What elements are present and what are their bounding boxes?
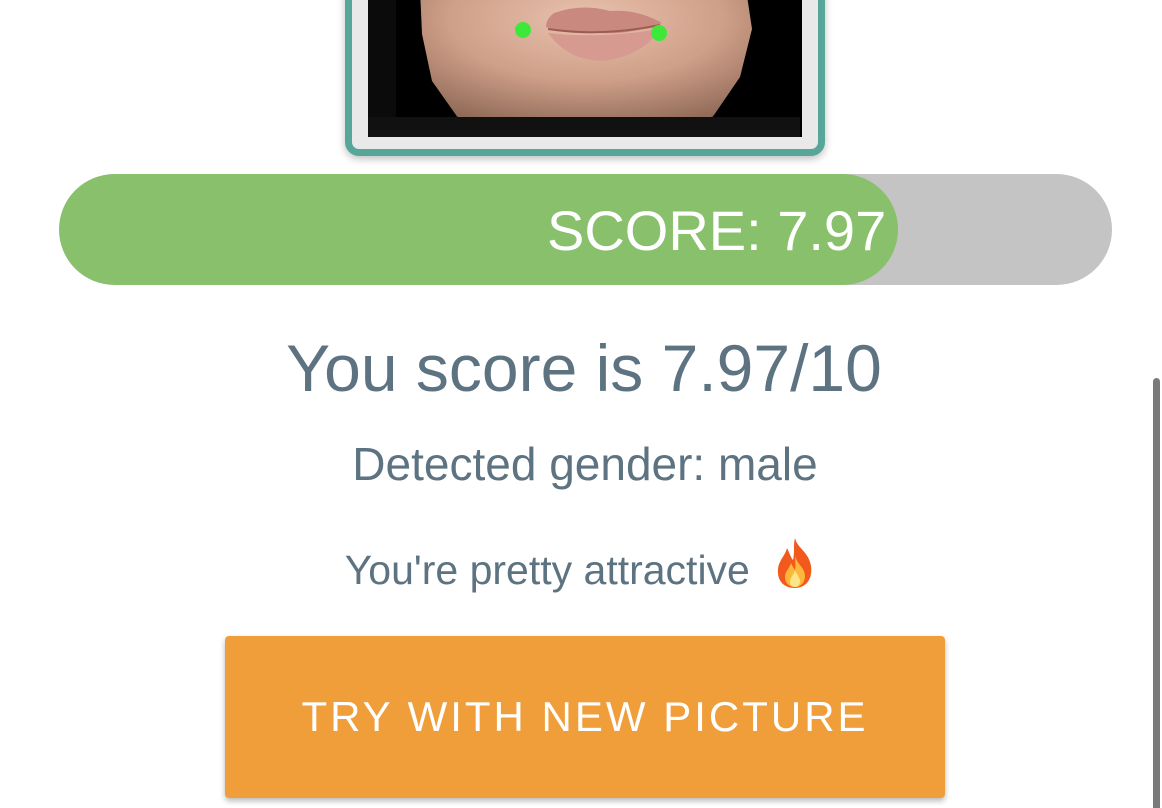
face-photo — [368, 0, 802, 137]
face-photo-card — [345, 0, 825, 156]
scrollbar[interactable] — [1150, 0, 1162, 808]
verdict-line: You're pretty attractive — [0, 536, 1162, 602]
face-photo-image — [368, 0, 800, 137]
scrollbar-thumb[interactable] — [1153, 378, 1160, 808]
detected-gender: Detected gender: male — [352, 438, 818, 490]
verdict-text: You're pretty attractive — [344, 547, 750, 593]
try-new-picture-button[interactable]: TRY WITH NEW PICTURE — [225, 636, 945, 798]
score-bar-label: SCORE: 7.97 — [546, 199, 887, 262]
score-progress-fill: SCORE: 7.97 — [59, 174, 899, 285]
score-progress-bar: SCORE: 7.97 — [59, 174, 1112, 285]
fire-icon — [773, 536, 817, 602]
score-result-page: SCORE: 7.97 You score is 7.97/10 Detecte… — [0, 0, 1162, 808]
score-headline: You score is 7.97/10 — [286, 331, 882, 405]
